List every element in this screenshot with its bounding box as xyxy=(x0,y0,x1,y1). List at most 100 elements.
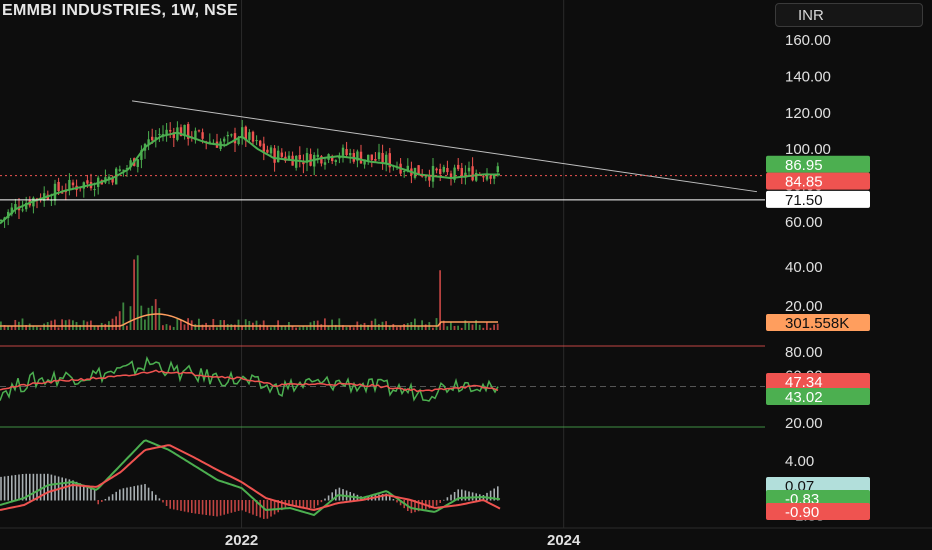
macd-histogram-bar xyxy=(396,500,398,503)
candle-up xyxy=(223,138,226,142)
macd-histogram-bar xyxy=(201,500,204,515)
macd-histogram-bar xyxy=(212,500,215,516)
macd-histogram-bar xyxy=(137,485,139,501)
volume-bar xyxy=(176,318,179,330)
macd-histogram-bar xyxy=(93,488,96,501)
macd-histogram-bar xyxy=(223,500,225,515)
macd-histogram-bar xyxy=(140,484,143,501)
candle-down xyxy=(262,143,265,152)
candle-down xyxy=(169,130,172,132)
macd-histogram-bar xyxy=(11,475,13,501)
volume-bar xyxy=(457,325,459,330)
macd-histogram-bar xyxy=(205,500,207,516)
macd-histogram-bar xyxy=(176,500,179,511)
candle-up xyxy=(255,140,258,142)
volume-bar xyxy=(140,305,143,330)
candle-down xyxy=(345,149,348,156)
macd-histogram-bar xyxy=(147,487,150,501)
macd-histogram-bar xyxy=(439,500,441,503)
macd-histogram-bar xyxy=(144,484,146,501)
macd-histogram-bar xyxy=(209,500,211,516)
macd-histogram-bar xyxy=(237,500,240,511)
price-moving-average-line xyxy=(0,131,500,225)
volume-bar xyxy=(126,325,128,330)
candle-up xyxy=(53,183,57,201)
macd-histogram-bar xyxy=(435,500,438,506)
candle-up xyxy=(403,171,406,173)
macd-histogram-bar xyxy=(446,497,449,501)
volume-bar xyxy=(14,319,17,330)
volume-bar xyxy=(360,324,362,330)
rsi-axis-tick-label: 20.00 xyxy=(785,415,823,432)
volume-bar xyxy=(493,324,495,330)
volume-bar xyxy=(324,318,326,330)
macd-histogram-bar xyxy=(29,473,31,501)
macd-histogram-bar xyxy=(7,475,9,501)
macd-histogram-bar xyxy=(3,476,6,501)
candle-up xyxy=(237,138,240,145)
volume-bar xyxy=(39,327,42,330)
macd-histogram-bar xyxy=(245,500,247,512)
time-axis-tick-label: 2022 xyxy=(225,532,258,549)
support-level-badge: 71.50 xyxy=(785,192,823,209)
candle-up xyxy=(442,166,445,172)
volume-bar xyxy=(478,324,481,330)
volume-bar xyxy=(284,326,287,330)
macd-histogram-bar xyxy=(443,499,445,501)
candle-down xyxy=(359,151,363,164)
chart-canvas[interactable]: 160.00 140.00 120.00 100.00 80.00 60.00 40.00 2… xyxy=(0,0,932,550)
volume-bar xyxy=(216,327,218,330)
macd-histogram-bar xyxy=(151,491,153,501)
volume-bar xyxy=(172,326,175,330)
volume-axis-tick-label: 40.00 xyxy=(785,259,823,276)
volume-bar xyxy=(414,318,416,330)
macd-histogram-bar xyxy=(306,500,308,508)
volume-bar xyxy=(453,325,456,330)
macd-histogram-bar xyxy=(241,500,243,511)
volume-bar xyxy=(320,324,323,330)
volume-bar xyxy=(151,305,153,330)
volume-bar xyxy=(36,326,38,330)
candle-down xyxy=(457,164,460,170)
macd-histogram-bar xyxy=(155,494,157,501)
candle-up xyxy=(158,133,161,135)
macd-histogram-bar xyxy=(273,500,276,515)
macd-histogram-bar xyxy=(489,490,492,501)
volume-bar xyxy=(295,327,297,330)
macd-histogram-bar xyxy=(410,500,413,514)
volume-bar xyxy=(352,327,355,330)
macd-signal-value-badge: -0.90 xyxy=(785,504,819,521)
volume-bar xyxy=(489,327,492,330)
macd-histogram-bar xyxy=(299,500,301,507)
volume-bar xyxy=(165,324,168,330)
candle-up xyxy=(467,167,471,172)
volume-bar xyxy=(54,319,56,330)
volume-bar xyxy=(374,318,377,330)
volume-bar xyxy=(57,327,60,330)
volume-bar xyxy=(115,316,117,330)
candle-up xyxy=(226,134,229,137)
volume-bar xyxy=(72,320,74,330)
macd-histogram-bar xyxy=(50,474,53,501)
macd-histogram-bar xyxy=(122,488,125,501)
macd-axis-tick-label: 4.00 xyxy=(785,453,814,470)
macd-histogram-bar xyxy=(219,500,222,516)
macd-histogram-bar xyxy=(338,487,341,501)
current-price-badge: 84.85 xyxy=(785,174,823,191)
candle-up xyxy=(334,160,337,162)
volume-bar xyxy=(64,320,67,330)
candle-up xyxy=(349,153,352,156)
currency-button[interactable]: INR xyxy=(775,3,923,27)
volume-bar xyxy=(183,324,186,330)
volume-value-badge: 301.558K xyxy=(785,315,849,332)
macd-histogram-bar xyxy=(108,496,110,501)
volume-bar xyxy=(212,318,215,330)
candle-down xyxy=(273,148,276,163)
rsi-axis-tick-label: 80.00 xyxy=(785,344,823,361)
volume-bar xyxy=(496,323,499,330)
chart-title: EMMBI INDUSTRIES, 1W, NSE xyxy=(2,2,238,19)
candle-up xyxy=(323,162,327,165)
macd-histogram-bar xyxy=(18,474,20,501)
volume-bar xyxy=(270,327,272,330)
volume-bar xyxy=(471,324,474,330)
